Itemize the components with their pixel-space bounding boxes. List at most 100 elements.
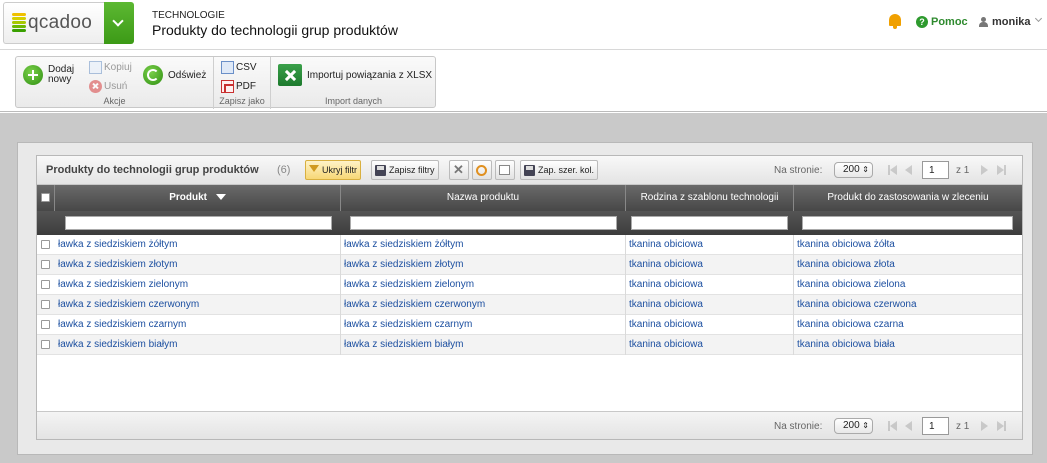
ribbon-groups: Dodaj nowy Kopiuj Usuń Odśwież Akcje CSV… [15,56,436,109]
cell-family[interactable]: tkanina obiciowa [626,235,794,255]
table-row[interactable]: ławka z siedziskiem czarnym ławka z siedz… [37,315,1022,335]
select-arrows-icon: ⇕ [862,165,869,174]
clear-icon: ✕ [453,162,464,177]
last-page-arrow-icon[interactable] [997,165,1004,175]
import-xlsx-button[interactable]: Importuj powiązania z XLSX [278,64,432,86]
last-page-icon[interactable] [1004,165,1006,175]
refresh-button[interactable]: Odśwież [143,65,206,85]
table-row[interactable]: ławka z siedziskiem zielonym ławka z sied… [37,275,1022,295]
cell-product-name[interactable]: ławka z siedziskiem złotym [341,255,626,275]
cell-product[interactable]: ławka z siedziskiem żółtym [55,235,341,255]
cell-product[interactable]: ławka z siedziskiem czarnym [55,315,341,335]
save-as-group-label: Zapisz jako [219,96,265,106]
page-number-input[interactable]: 1 [922,161,949,179]
save-icon [524,164,535,176]
cell-order-product[interactable]: tkanina obiciowa czarna [794,315,1022,335]
page-number-input[interactable]: 1 [922,417,949,435]
cell-family[interactable]: tkanina obiciowa [626,275,794,295]
per-page-value: 200 [843,164,860,175]
select-all-checkbox[interactable] [41,193,50,202]
row-checkbox[interactable] [41,300,50,309]
cell-order-product[interactable]: tkanina obiciowa czerwona [794,295,1022,315]
row-checkbox[interactable] [41,320,50,329]
save-filters-label: Zapisz filtry [389,165,435,175]
table-row[interactable]: ławka z siedziskiem złotym ławka z siedzi… [37,255,1022,275]
filter-input-product[interactable] [65,216,332,230]
bell-icon[interactable] [888,14,902,30]
logo-icon [12,13,26,33]
export-pdf-button[interactable]: PDF [221,80,256,93]
copy-button[interactable]: Kopiuj [89,61,132,74]
add-new-button[interactable]: Dodaj nowy [23,65,74,85]
last-page-arrow-icon[interactable] [997,421,1004,431]
cell-product[interactable]: ławka z siedziskiem złotym [55,255,341,275]
grid-header: Produkty do technologii grup produktów (… [37,156,1022,185]
breadcrumb-category: TECHNOLOGIE [152,10,225,21]
logo[interactable]: qcadoo [3,2,104,44]
save-column-widths-button[interactable]: Zap. szer. kol. [520,160,599,180]
row-checkbox[interactable] [41,240,50,249]
per-page-select[interactable]: 200 ⇕ [834,418,873,434]
cell-order-product[interactable]: tkanina obiciowa zielona [794,275,1022,295]
table-row[interactable]: ławka z siedziskiem czerwonym ławka z sie… [37,295,1022,315]
grid-title: Produkty do technologii grup produktów [46,164,259,176]
row-checkbox[interactable] [41,280,50,289]
reset-icon [476,164,487,176]
cell-order-product[interactable]: tkanina obiciowa żółta [794,235,1022,255]
columns-button[interactable] [495,160,515,180]
chevron-down-icon[interactable] [1034,14,1043,23]
column-header-family[interactable]: Rodzina z szablonu technologii [626,185,794,211]
page-of-label: z 1 [956,165,970,176]
cell-order-product[interactable]: tkanina obiciowa biała [794,335,1022,355]
cell-product-name[interactable]: ławka z siedziskiem czarnym [341,315,626,335]
cell-family[interactable]: tkanina obiciowa [626,335,794,355]
help-icon[interactable]: ? [916,16,928,28]
next-page-icon[interactable] [981,165,988,175]
next-page-icon[interactable] [981,421,988,431]
cell-product-name[interactable]: ławka z siedziskiem zielonym [341,275,626,295]
per-page-select[interactable]: 200 ⇕ [834,162,873,178]
cell-product[interactable]: ławka z siedziskiem czerwonym [55,295,341,315]
column-header-product-name[interactable]: Nazwa produktu [341,185,626,211]
user-menu[interactable]: monika [992,16,1031,28]
cell-family[interactable]: tkanina obiciowa [626,315,794,335]
sort-down-icon [215,194,226,201]
main-menu-button[interactable] [104,2,134,44]
cell-family[interactable]: tkanina obiciowa [626,255,794,275]
select-all-header[interactable] [37,185,55,211]
import-label: Importuj powiązania z XLSX [307,69,433,81]
cell-product-name[interactable]: ławka z siedziskiem żółtym [341,235,626,255]
cell-product[interactable]: ławka z siedziskiem białym [55,335,341,355]
delete-button[interactable]: Usuń [89,80,127,93]
cell-order-product[interactable]: tkanina obiciowa złota [794,255,1022,275]
filter-row [37,211,1022,235]
filter-input-product-name[interactable] [350,216,617,230]
first-page-arrow-icon[interactable] [890,421,897,431]
column-header-order-product[interactable]: Produkt do zastosowania w zleceniu [794,185,1022,211]
help-link[interactable]: Pomoc [931,16,968,28]
save-filters-button[interactable]: Zapisz filtry [371,160,439,180]
hide-filter-button[interactable]: Ukryj filtr [305,160,361,180]
first-page-arrow-icon[interactable] [890,165,897,175]
ribbon: Dodaj nowy Kopiuj Usuń Odśwież Akcje CSV… [0,50,1047,112]
clear-filters-button[interactable]: ✕ [449,160,469,180]
cell-product-name[interactable]: ławka z siedziskiem białym [341,335,626,355]
prev-page-icon[interactable] [905,421,912,431]
cell-product[interactable]: ławka z siedziskiem zielonym [55,275,341,295]
grid-footer: Na stronie: 200 ⇕ 1 z 1 [37,411,1022,439]
filter-input-family[interactable] [631,216,788,230]
column-header-product[interactable]: Produkt [55,185,341,211]
row-checkbox[interactable] [41,260,50,269]
table-row[interactable]: ławka z siedziskiem żółtym ławka z siedzi… [37,235,1022,255]
reset-button[interactable] [472,160,492,180]
prev-page-icon[interactable] [905,165,912,175]
cell-family[interactable]: tkanina obiciowa [626,295,794,315]
filter-input-order-product[interactable] [802,216,1013,230]
table-row[interactable]: ławka z siedziskiem białym ławka z siedzi… [37,335,1022,355]
csv-icon [221,61,234,74]
cell-product-name[interactable]: ławka z siedziskiem czerwonym [341,295,626,315]
row-checkbox[interactable] [41,340,50,349]
columns-icon [499,165,510,175]
export-csv-button[interactable]: CSV [221,61,257,74]
last-page-icon[interactable] [1004,421,1006,431]
